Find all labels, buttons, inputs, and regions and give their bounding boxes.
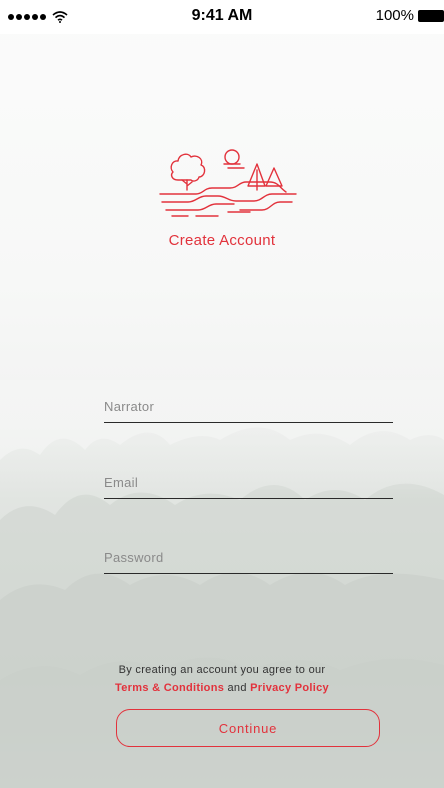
agreement-links: Terms & Conditions and Privacy Policy — [0, 679, 444, 697]
create-account-screen: 9:41 AM 100% Create Account By creating … — [0, 0, 444, 788]
password-field-container — [104, 543, 393, 574]
privacy-link[interactable]: Privacy Policy — [250, 682, 329, 694]
email-field-container — [104, 468, 393, 499]
landscape-logo-icon — [159, 149, 297, 217]
status-bar: 9:41 AM 100% — [0, 0, 444, 34]
agreement-text: By creating an account you agree to our … — [0, 661, 444, 697]
continue-button[interactable]: Continue — [116, 709, 380, 747]
page-title: Create Account — [168, 232, 276, 249]
battery-percent: 100% — [375, 7, 414, 24]
agreement-sentence: By creating an account you agree to our — [118, 664, 326, 676]
status-bar-right: 100% — [376, 7, 444, 24]
narrator-field-container — [104, 392, 393, 423]
terms-link[interactable]: Terms & Conditions — [115, 682, 224, 694]
battery-icon — [418, 9, 444, 22]
narrator-field[interactable] — [104, 392, 393, 420]
agreement-conjunction: and — [227, 682, 247, 694]
email-field[interactable] — [104, 468, 393, 496]
password-field[interactable] — [104, 543, 393, 571]
